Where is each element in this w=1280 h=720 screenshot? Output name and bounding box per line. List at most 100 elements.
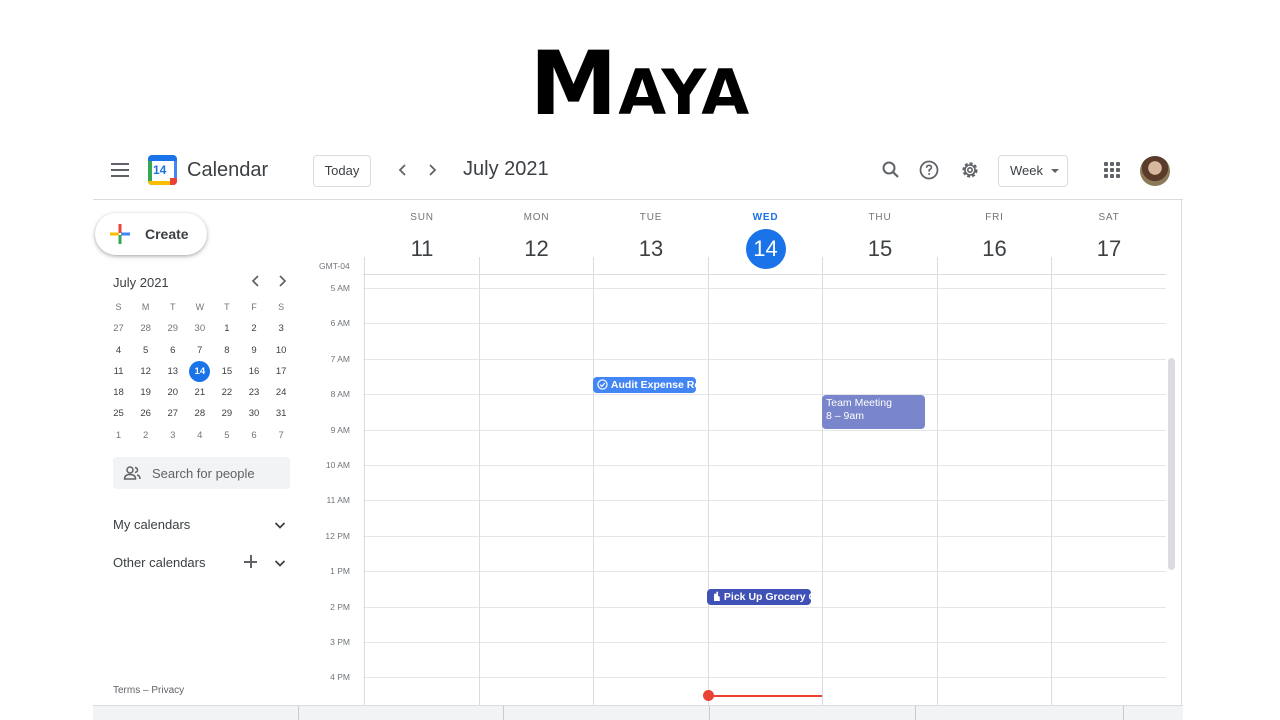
mini-next-chevron-icon[interactable]	[273, 272, 291, 290]
hour-label: 11 AM	[326, 495, 350, 506]
mini-day[interactable]: 26	[132, 403, 159, 424]
mini-day[interactable]: 1	[213, 318, 240, 339]
mini-day[interactable]: 5	[132, 340, 159, 361]
hour-gridline	[363, 323, 1166, 325]
mini-day[interactable]: 8	[213, 340, 240, 361]
other-calendars-label[interactable]: Other calendars	[113, 555, 206, 570]
chevron-right-icon[interactable]	[421, 159, 443, 181]
mini-day[interactable]: 29	[159, 318, 186, 339]
mini-day[interactable]: 19	[132, 382, 159, 403]
mini-day[interactable]: 24	[268, 382, 295, 403]
mini-day[interactable]: 25	[105, 403, 132, 424]
settings-icon[interactable]	[959, 159, 981, 181]
task-check-icon	[597, 379, 608, 390]
day-number[interactable]: 14	[745, 229, 786, 269]
mini-day-number: 27	[113, 323, 124, 335]
mini-day[interactable]: 1	[105, 425, 132, 446]
mini-day[interactable]: 4	[186, 425, 213, 446]
terms-link[interactable]: Terms	[113, 685, 140, 696]
mini-day[interactable]: 6	[240, 425, 267, 446]
hour-label: 10 AM	[325, 460, 350, 470]
mini-day[interactable]: 30	[186, 318, 213, 339]
day-header-wed: WED 14	[709, 212, 823, 269]
hour-label: 4 PM	[330, 672, 350, 683]
right-divider	[1181, 199, 1182, 720]
mini-day[interactable]: 30	[240, 403, 267, 424]
mini-day-number: 30	[194, 323, 206, 335]
chevron-left-icon[interactable]	[392, 159, 414, 181]
view-select[interactable]: Week	[998, 155, 1068, 187]
chevron-down-icon[interactable]	[273, 556, 287, 570]
day-header-mon: MON 12	[480, 212, 594, 269]
scrollbar-thumb[interactable]	[1168, 358, 1175, 570]
mini-day[interactable]: 16	[240, 361, 267, 382]
mini-day[interactable]: 11	[105, 361, 132, 382]
event-team-meeting[interactable]: Team Meeting 8 – 9am	[822, 395, 925, 429]
mini-day[interactable]: 14	[186, 360, 213, 383]
mini-day[interactable]: 21	[186, 382, 213, 403]
mini-day[interactable]: 18	[105, 382, 132, 403]
search-people-placeholder: Search for people	[152, 466, 255, 481]
mini-day[interactable]: 2	[240, 318, 267, 339]
my-calendars-label[interactable]: My calendars	[113, 517, 190, 532]
mini-day[interactable]: 20	[159, 382, 186, 403]
create-button[interactable]: Create	[95, 213, 207, 255]
day-number[interactable]: 12	[517, 229, 557, 269]
event-pick-up-grocery[interactable]: Pick Up Grocery O	[707, 589, 811, 605]
chevron-down-icon[interactable]	[273, 518, 287, 532]
search-people-field[interactable]: Search for people	[113, 457, 290, 489]
day-header-tue: TUE 13	[594, 212, 708, 269]
current-time-dot	[703, 690, 714, 701]
footer-separator: –	[143, 685, 149, 696]
mini-day[interactable]: 7	[186, 340, 213, 361]
hour-gridline	[363, 606, 1166, 608]
hour-label: 6 AM	[330, 318, 350, 329]
day-number[interactable]: 11	[402, 229, 442, 269]
slide-title: MAYA	[0, 32, 1280, 135]
mini-day-number: 24	[275, 387, 287, 399]
help-icon[interactable]	[918, 159, 940, 181]
hour-gridline	[363, 288, 1166, 289]
apps-grid-icon[interactable]	[1104, 162, 1120, 178]
search-icon[interactable]	[880, 159, 902, 181]
mini-day[interactable]: 7	[268, 425, 295, 446]
day-number[interactable]: 15	[860, 229, 900, 269]
mini-day[interactable]: 17	[268, 361, 295, 382]
mini-weekday-head: M	[141, 302, 150, 312]
mini-day[interactable]: 3	[268, 318, 295, 339]
mini-day[interactable]: 31	[268, 403, 295, 424]
mini-day[interactable]: 22	[213, 382, 240, 403]
mini-day[interactable]: 5	[213, 425, 240, 446]
day-of-week: SAT	[1098, 212, 1120, 223]
mini-day[interactable]: 9	[240, 340, 267, 361]
event-title: Pick Up Grocery O	[723, 591, 811, 603]
mini-day[interactable]: 4	[105, 340, 132, 361]
slide-title-rest: AYA	[618, 56, 751, 129]
day-header-sun: SUN 11	[365, 212, 479, 269]
day-number[interactable]: 17	[1089, 229, 1129, 269]
mini-day[interactable]: 28	[132, 318, 159, 339]
mini-day[interactable]: 3	[159, 425, 186, 446]
today-button[interactable]: Today	[313, 155, 371, 187]
avatar[interactable]	[1140, 156, 1170, 186]
mini-day[interactable]: 23	[240, 382, 267, 403]
current-time-line	[709, 695, 822, 697]
mini-day[interactable]: 2	[132, 425, 159, 446]
mini-day[interactable]: 6	[159, 340, 186, 361]
add-other-calendars-icon[interactable]	[243, 554, 259, 570]
mini-prev-chevron-icon[interactable]	[247, 272, 265, 290]
mini-day[interactable]: 15	[213, 361, 240, 382]
mini-day[interactable]: 27	[105, 318, 132, 339]
day-number[interactable]: 16	[975, 229, 1015, 269]
mini-day[interactable]: 29	[213, 403, 240, 424]
mini-day[interactable]: 13	[159, 361, 186, 382]
mini-day[interactable]: 12	[132, 361, 159, 382]
day-number[interactable]: 13	[631, 229, 671, 269]
mini-day[interactable]: 27	[159, 403, 186, 424]
privacy-link[interactable]: Privacy	[151, 685, 184, 696]
mini-day[interactable]: 10	[268, 340, 295, 361]
hour-label: 7 AM	[330, 353, 350, 364]
menu-icon[interactable]	[111, 163, 129, 177]
event-audit-expense[interactable]: Audit Expense Re	[593, 377, 696, 393]
mini-day[interactable]: 28	[186, 403, 213, 424]
